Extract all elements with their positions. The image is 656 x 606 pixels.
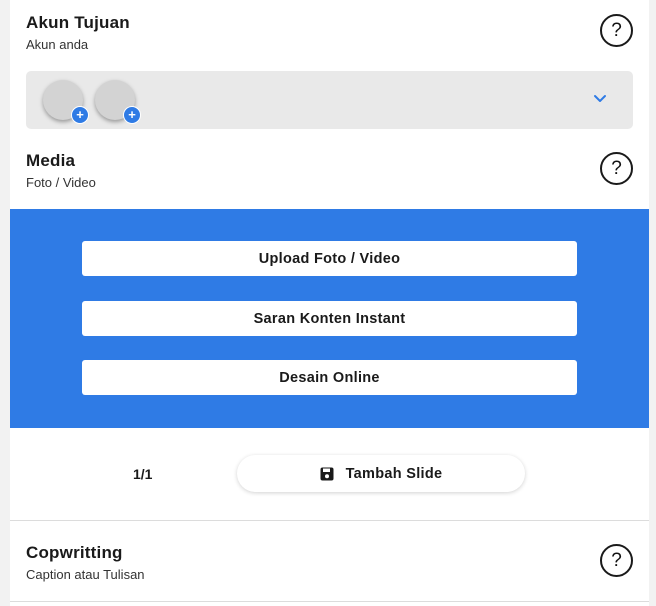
copywriting-section-title: Copwritting <box>26 543 123 562</box>
media-upload-panel: Upload Foto / Video Saran Konten Instant… <box>10 209 649 428</box>
instant-content-button[interactable]: Saran Konten Instant <box>82 301 577 336</box>
upload-media-button[interactable]: Upload Foto / Video <box>82 241 577 276</box>
account-selector[interactable]: + + <box>26 71 633 129</box>
add-slide-button[interactable]: Tambah Slide <box>237 455 525 492</box>
media-section-header: Media Foto / Video <box>26 151 96 190</box>
media-help-button[interactable]: ? <box>600 152 633 185</box>
account-avatar[interactable]: + <box>95 80 141 124</box>
add-slide-label: Tambah Slide <box>345 465 443 482</box>
media-section-subtitle: Foto / Video <box>26 175 96 190</box>
question-mark-icon: ? <box>611 549 622 571</box>
copywriting-section-subtitle: Caption atau Tulisan <box>26 567 145 582</box>
account-help-button[interactable]: ? <box>600 14 633 47</box>
account-avatar[interactable]: + <box>43 80 89 124</box>
add-account-icon[interactable]: + <box>123 106 141 124</box>
account-section-title: Akun Tujuan <box>26 13 130 32</box>
question-mark-icon: ? <box>611 19 622 41</box>
post-form-card: Akun Tujuan Akun anda ? + + Media Foto /… <box>10 0 649 606</box>
media-section-title: Media <box>26 151 76 170</box>
question-mark-icon: ? <box>611 157 622 179</box>
slide-counter: 1/1 <box>133 466 153 482</box>
online-design-button[interactable]: Desain Online <box>82 360 577 395</box>
account-section-subtitle: Akun anda <box>26 37 89 52</box>
chevron-down-icon[interactable] <box>593 93 607 105</box>
save-icon <box>320 467 334 480</box>
add-account-icon[interactable]: + <box>71 106 89 124</box>
account-section-header: Akun Tujuan Akun anda <box>26 13 130 52</box>
copywriting-section-header: Copwritting Caption atau Tulisan <box>26 543 145 582</box>
section-divider <box>10 601 649 602</box>
section-divider <box>10 520 649 521</box>
copywriting-help-button[interactable]: ? <box>600 544 633 577</box>
